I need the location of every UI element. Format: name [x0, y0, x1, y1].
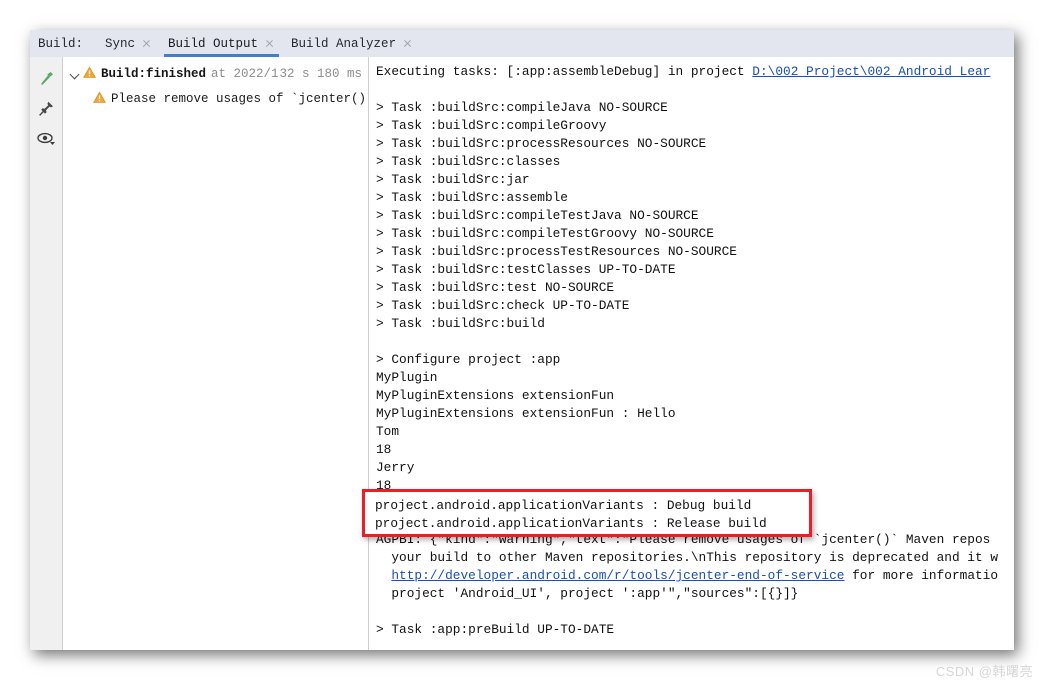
console-line: > Task :buildSrc:test NO-SOURCE: [376, 279, 1014, 297]
annotation-highlight-box: project.android.applicationVariants : De…: [362, 489, 812, 537]
console-line: > Task :buildSrc:compileTestJava NO-SOUR…: [376, 207, 1014, 225]
tree-row-duration: 32 s 180 ms: [279, 67, 362, 81]
console-line-text: project 'Android_UI', project ':app'","s…: [376, 586, 799, 601]
console-line: > Task :buildSrc:check UP-TO-DATE: [376, 297, 1014, 315]
console-line: > Configure project :app: [376, 351, 1014, 369]
console-line-text: Tom: [376, 424, 400, 439]
console-line-text: > Task :buildSrc:classes: [376, 154, 561, 169]
tab-build-output[interactable]: Build Output: [160, 30, 283, 57]
console-line: > Task :buildSrc:assemble: [376, 189, 1014, 207]
console-line-text: > Task :buildSrc:check UP-TO-DATE: [376, 298, 630, 313]
console-line: http://developer.android.com/r/tools/jce…: [376, 567, 1014, 585]
warning-icon: [82, 66, 97, 83]
console-line-text: 18: [376, 442, 392, 457]
close-icon[interactable]: [265, 39, 274, 48]
watermark: CSDN @韩曙亮: [935, 664, 1033, 679]
tab-sync[interactable]: Sync: [97, 30, 160, 57]
console-line-text: for more informatio: [844, 568, 999, 583]
console-line: Executing tasks: [:app:assembleDebug] in…: [376, 63, 1014, 81]
console-line: Jerry: [376, 459, 1014, 477]
console-line-text: > Task :buildSrc:compileGroovy: [376, 118, 607, 133]
console-line: Tom: [376, 423, 1014, 441]
console-line-text: > Task :buildSrc:testClasses UP-TO-DATE: [376, 262, 676, 277]
tab-sync-label: Sync: [105, 36, 136, 51]
annotation-line: project.android.applicationVariants : Re…: [375, 516, 767, 531]
build-window-body: Build: finished at 2022/1 32 s 180 ms Pl…: [30, 57, 1014, 650]
console-line: MyPlugin: [376, 369, 1014, 387]
console-line-text: > Task :app:preBuild UP-TO-DATE: [376, 622, 615, 637]
tree-row-status: finished: [146, 67, 207, 81]
console-line: project 'Android_UI', project ':app'","s…: [376, 585, 1014, 603]
build-tool-window: Build: Sync Build Output Build Analyzer: [30, 30, 1014, 650]
annotation-line: project.android.applicationVariants : De…: [375, 498, 752, 513]
console-line: > Task :buildSrc:compileJava NO-SOURCE: [376, 99, 1014, 117]
tab-build-output-label: Build Output: [168, 36, 259, 51]
console-line-text: > Configure project :app: [376, 352, 561, 367]
console-line: > Task :buildSrc:testClasses UP-TO-DATE: [376, 261, 1014, 279]
console-line-text: MyPluginExtensions extensionFun : Hello: [376, 406, 676, 421]
console-line-text: your build to other Maven repositories.\…: [376, 550, 999, 565]
close-icon[interactable]: [403, 39, 412, 48]
tree-row-title: Build:: [101, 67, 147, 81]
warning-icon: [92, 91, 107, 108]
console-link[interactable]: http://developer.android.com/r/tools/jce…: [391, 568, 844, 583]
tab-build-analyzer-label: Build Analyzer: [291, 36, 397, 51]
console-line: > Task :buildSrc:compileGroovy: [376, 117, 1014, 135]
console-line: > Task :buildSrc:processResources NO-SOU…: [376, 135, 1014, 153]
console-line-text: > Task :buildSrc:compileJava NO-SOURCE: [376, 100, 668, 115]
console-line-text: MyPlugin: [376, 370, 438, 385]
tab-build-analyzer[interactable]: Build Analyzer: [283, 30, 421, 57]
hammer-icon[interactable]: [30, 63, 63, 93]
pin-icon[interactable]: [30, 93, 63, 123]
console-line: > Task :buildSrc:processTestResources NO…: [376, 243, 1014, 261]
console-line-text: > Task :buildSrc:build: [376, 316, 545, 331]
tree-row-message: Please remove usages of `jcenter(): [111, 92, 367, 106]
console-line: > Task :buildSrc:jar: [376, 171, 1014, 189]
build-output-console[interactable]: Executing tasks: [:app:assembleDebug] in…: [370, 57, 1014, 650]
console-line: 18: [376, 441, 1014, 459]
console-line: > Task :buildSrc:build: [376, 315, 1014, 333]
build-gutter-toolbar: [30, 57, 63, 650]
console-line-text: Executing tasks: [:app:assembleDebug] in…: [376, 64, 753, 79]
eye-icon[interactable]: [30, 123, 63, 153]
build-tree-panel[interactable]: Build: finished at 2022/1 32 s 180 ms Pl…: [63, 57, 369, 650]
tree-row[interactable]: Please remove usages of `jcenter(): [63, 89, 368, 109]
console-line-text: > Task :buildSrc:jar: [376, 172, 530, 187]
console-link[interactable]: D:\002 Project\002 Android Lear: [752, 64, 990, 79]
console-line: MyPluginExtensions extensionFun : Hello: [376, 405, 1014, 423]
console-line: > Task :buildSrc:classes: [376, 153, 1014, 171]
tree-row-timestamp: at 2022/1: [211, 67, 279, 81]
build-label: Build:: [38, 36, 84, 51]
console-line: > Task :buildSrc:compileTestGroovy NO-SO…: [376, 225, 1014, 243]
console-line-text: > Task :buildSrc:test NO-SOURCE: [376, 280, 615, 295]
console-line-text: > Task :buildSrc:compileTestJava NO-SOUR…: [376, 208, 699, 223]
console-line: > Task :app:preBuild UP-TO-DATE: [376, 621, 1014, 639]
console-line: MyPluginExtensions extensionFun: [376, 387, 1014, 405]
chevron-down-icon[interactable]: [68, 68, 81, 81]
console-line-text: MyPluginExtensions extensionFun: [376, 388, 615, 403]
build-tab-bar: Build: Sync Build Output Build Analyzer: [30, 30, 1014, 57]
console-line-text: > Task :buildSrc:processResources NO-SOU…: [376, 136, 707, 151]
console-line-text: > Task :buildSrc:processTestResources NO…: [376, 244, 737, 259]
console-line: your build to other Maven repositories.\…: [376, 549, 1014, 567]
console-line-text: Jerry: [376, 460, 415, 475]
tree-row[interactable]: Build: finished at 2022/1 32 s 180 ms: [63, 64, 368, 84]
console-line-text: > Task :buildSrc:compileTestGroovy NO-SO…: [376, 226, 714, 241]
console-line-text: [376, 568, 391, 583]
console-line-text: > Task :buildSrc:assemble: [376, 190, 568, 205]
screenshot-root: Build: Sync Build Output Build Analyzer: [0, 0, 1047, 684]
close-icon[interactable]: [142, 39, 151, 48]
